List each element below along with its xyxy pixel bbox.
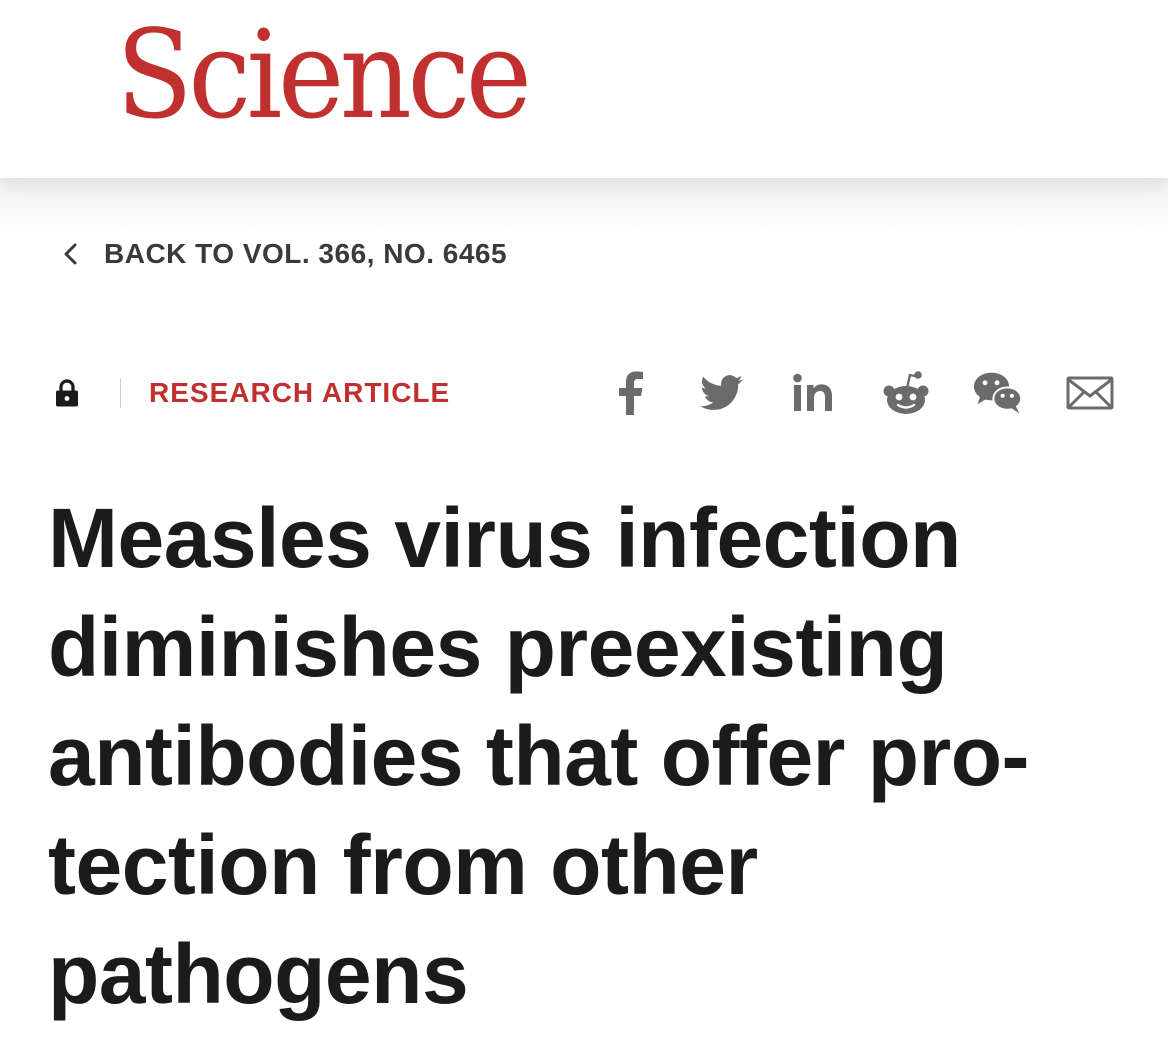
article-meta-row: RESEARCH ARTICLE (52, 366, 1116, 420)
article-title-line: antibodies that offer pro- (48, 709, 1029, 803)
article-title-line: tection from other (48, 818, 758, 912)
site-header: Science (0, 0, 1168, 178)
lock-icon (52, 377, 82, 409)
article-title: Measles virus infection diminishes preex… (48, 484, 1128, 1029)
share-toolbar (604, 367, 1116, 419)
back-to-issue-link[interactable]: BACK TO VOL. 366, NO. 6465 (58, 232, 507, 276)
article-title-line: diminishes preexisting (48, 600, 948, 694)
email-icon[interactable] (1064, 367, 1116, 419)
meta-divider (120, 378, 121, 408)
science-logo[interactable]: Science (116, 14, 532, 136)
article-title-line: Measles virus infection (48, 491, 961, 585)
header-shadow (0, 178, 1168, 238)
article-type-label: RESEARCH ARTICLE (149, 377, 451, 408)
wechat-icon[interactable] (972, 367, 1024, 419)
linkedin-icon[interactable] (788, 367, 840, 419)
reddit-icon[interactable] (880, 367, 932, 419)
facebook-icon[interactable] (604, 367, 656, 419)
article-title-line: pathogens (48, 927, 469, 1021)
twitter-icon[interactable] (696, 367, 748, 419)
back-to-issue-label: BACK TO VOL. 366, NO. 6465 (104, 238, 508, 269)
chevron-left-icon (58, 241, 84, 267)
